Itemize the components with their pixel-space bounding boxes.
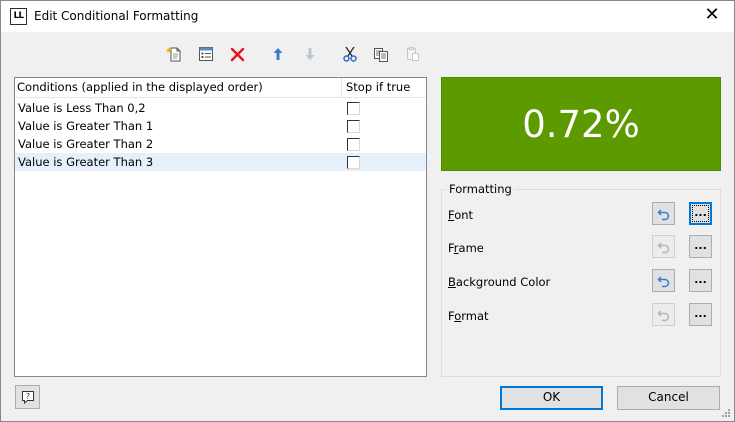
cut-button[interactable] <box>339 43 361 65</box>
column-header-conditions[interactable]: Conditions (applied in the displayed ord… <box>17 78 342 98</box>
copy-button[interactable] <box>370 43 392 65</box>
frame-label: Frame <box>448 241 484 255</box>
move-down-button[interactable] <box>299 43 321 65</box>
app-icon: LL <box>10 8 27 25</box>
preview-value: 0.72% <box>522 102 640 146</box>
font-label: Font <box>448 208 474 222</box>
condition-text: Value is Greater Than 3 <box>18 155 154 169</box>
font-reset-button[interactable] <box>652 202 675 225</box>
background-color-reset-button[interactable] <box>652 269 675 292</box>
help-icon: ? <box>21 391 34 405</box>
new-condition-icon <box>166 47 181 62</box>
condition-row[interactable]: Value is Greater Than 1 <box>15 117 426 135</box>
condition-row[interactable]: Value is Less Than 0,2 <box>15 99 426 117</box>
close-button[interactable]: ✕ <box>697 2 727 30</box>
format-edit-button[interactable]: ... <box>689 303 712 326</box>
column-header-stop-if-true[interactable]: Stop if true <box>346 78 426 98</box>
background-color-edit-button[interactable]: ... <box>689 269 712 292</box>
condition-row-selected[interactable]: Value is Greater Than 3 <box>15 153 426 171</box>
condition-text: Value is Greater Than 2 <box>18 137 154 151</box>
frame-reset-button[interactable] <box>652 235 675 258</box>
undo-icon <box>656 241 669 253</box>
format-preview: 0.72% <box>441 77 721 171</box>
frame-edit-button[interactable]: ... <box>689 235 712 258</box>
condition-text: Value is Less Than 0,2 <box>18 101 146 115</box>
format-label: Format <box>448 309 489 323</box>
ok-button[interactable]: OK <box>500 386 603 410</box>
stop-if-true-checkbox[interactable] <box>347 102 360 115</box>
title-bar: LL Edit Conditional Formatting ✕ <box>1 1 734 32</box>
condition-text: Value is Greater Than 1 <box>18 119 154 133</box>
delete-button[interactable] <box>227 43 249 65</box>
background-color-label: Background Color <box>448 275 551 289</box>
undo-icon <box>656 275 669 287</box>
font-edit-button[interactable]: ... <box>689 202 712 225</box>
conditions-list[interactable]: Conditions (applied in the displayed ord… <box>14 77 427 377</box>
paste-button[interactable] <box>402 43 424 65</box>
cut-icon <box>343 46 357 62</box>
svg-text:?: ? <box>25 392 29 401</box>
stop-if-true-checkbox[interactable] <box>347 120 360 133</box>
help-button[interactable]: ? <box>15 385 40 409</box>
format-reset-button[interactable] <box>652 303 675 326</box>
new-condition-button[interactable] <box>164 43 186 65</box>
condition-row[interactable]: Value is Greater Than 2 <box>15 135 426 153</box>
move-down-icon <box>305 48 315 60</box>
conditions-list-header: Conditions (applied in the displayed ord… <box>15 78 426 98</box>
stop-if-true-checkbox[interactable] <box>347 156 360 169</box>
properties-icon <box>199 47 213 61</box>
cancel-button[interactable]: Cancel <box>617 386 720 410</box>
stop-if-true-checkbox[interactable] <box>347 138 360 151</box>
formatting-group-title: Formatting <box>447 182 514 196</box>
move-up-icon <box>273 48 283 60</box>
resize-grip-icon[interactable] <box>721 408 731 418</box>
undo-icon <box>656 309 669 321</box>
copy-icon <box>374 48 388 62</box>
properties-button[interactable] <box>195 43 217 65</box>
undo-icon <box>656 208 669 220</box>
paste-icon <box>407 47 419 61</box>
window-title: Edit Conditional Formatting <box>34 9 199 23</box>
delete-icon <box>230 47 245 62</box>
edit-conditional-formatting-dialog: LL Edit Conditional Formatting ✕ Conditi… <box>0 0 735 422</box>
move-up-button[interactable] <box>267 43 289 65</box>
